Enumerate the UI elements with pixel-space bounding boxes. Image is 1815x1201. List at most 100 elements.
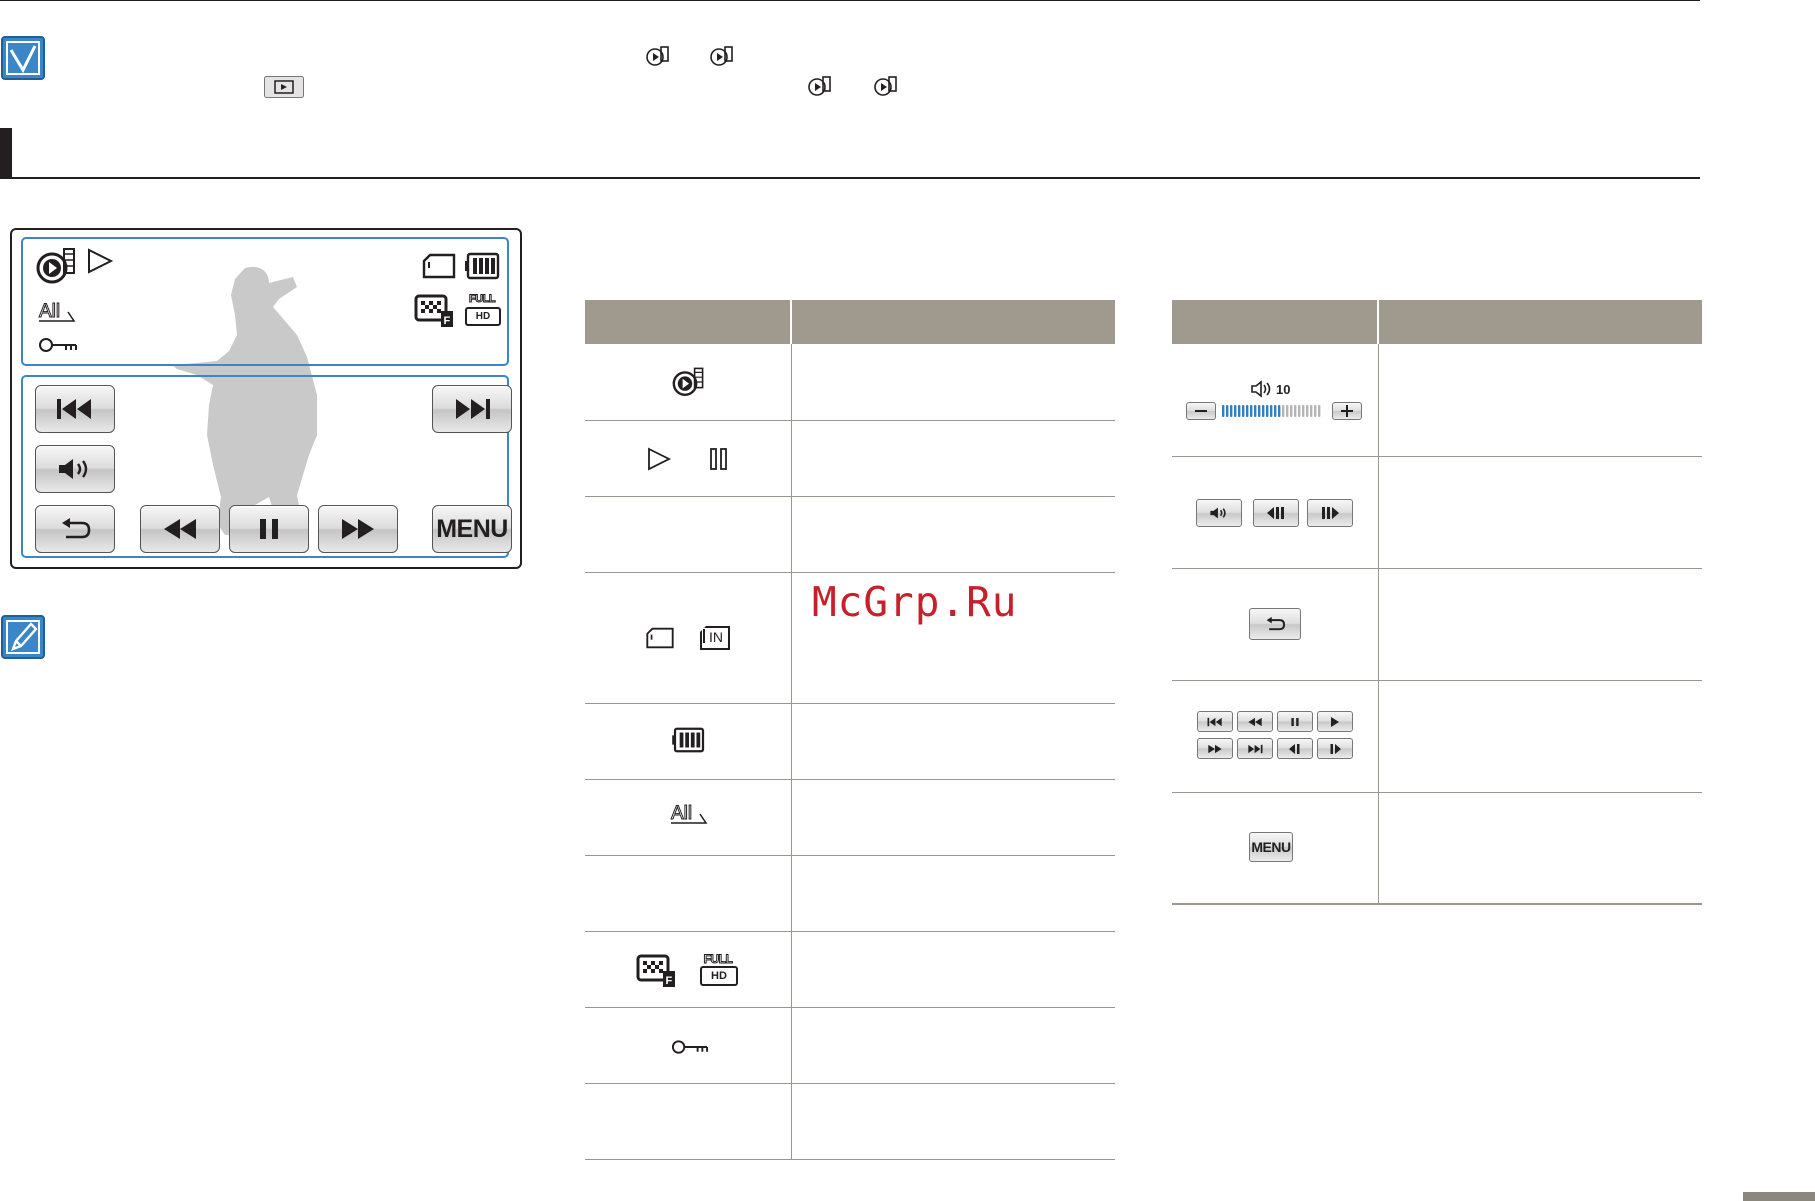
return-icon bbox=[62, 518, 91, 539]
volume-button[interactable] bbox=[35, 445, 115, 493]
protect-key-icon bbox=[671, 1038, 709, 1056]
volume-segment-filled bbox=[1274, 405, 1277, 417]
frame-back-icon bbox=[1289, 743, 1300, 754]
pause-button[interactable] bbox=[1277, 711, 1313, 732]
volume-segment-filled bbox=[1238, 405, 1241, 417]
protect-key-icon bbox=[38, 336, 78, 354]
menu-label: MENU bbox=[1251, 839, 1291, 855]
all-label: All bbox=[39, 301, 60, 322]
skip-forward-icon bbox=[456, 399, 490, 419]
menu-button[interactable]: MENU bbox=[1249, 832, 1293, 862]
volume-segment-filled bbox=[1222, 405, 1225, 417]
minus-icon bbox=[1195, 410, 1207, 412]
volume-segment-filled bbox=[1262, 405, 1265, 417]
check-note-icon bbox=[1, 36, 45, 80]
playback-button-icon bbox=[264, 76, 304, 98]
row-divider bbox=[585, 703, 1115, 704]
volume-segment-empty bbox=[1282, 405, 1285, 417]
all-label: All bbox=[671, 803, 692, 824]
play-icon bbox=[646, 447, 672, 471]
slow-rewind-icon bbox=[1267, 507, 1284, 519]
fast-forward-button[interactable] bbox=[1197, 738, 1233, 759]
rewind-icon bbox=[1248, 717, 1262, 726]
lcd-screen: All F FULL HD MENU bbox=[10, 228, 522, 569]
volume-slider[interactable] bbox=[1222, 405, 1321, 417]
fast-forward-icon bbox=[342, 519, 374, 539]
skip-back-icon bbox=[1207, 717, 1222, 726]
volume-indicator: 10 bbox=[1186, 380, 1366, 424]
volume-speaker-icon bbox=[59, 459, 88, 479]
pause-button[interactable] bbox=[229, 505, 309, 553]
svg-text:F: F bbox=[444, 315, 451, 327]
image-quality-icon: F bbox=[636, 954, 676, 988]
volume-segment-filled bbox=[1242, 405, 1245, 417]
volume-segment-filled bbox=[1254, 405, 1257, 417]
right-table-header-col2 bbox=[1379, 300, 1702, 344]
volume-segment-filled bbox=[1266, 405, 1269, 417]
row-divider bbox=[585, 855, 1115, 856]
return-button[interactable] bbox=[1249, 608, 1301, 640]
hd-text: HD bbox=[465, 307, 501, 326]
slow-rewind-button[interactable] bbox=[1253, 499, 1299, 527]
menu-button[interactable]: MENU bbox=[432, 505, 512, 553]
row-divider bbox=[1172, 456, 1702, 457]
volume-plus-button[interactable] bbox=[1332, 402, 1362, 420]
image-quality-icon: F bbox=[414, 294, 454, 328]
playback-mode-icon bbox=[672, 366, 706, 398]
volume-segment-empty bbox=[1306, 405, 1309, 417]
volume-segment-empty bbox=[1314, 405, 1317, 417]
pause-icon bbox=[1291, 717, 1299, 726]
play-icon bbox=[86, 248, 114, 274]
frame-forward-button[interactable] bbox=[1317, 738, 1353, 759]
volume-segment-filled bbox=[1246, 405, 1249, 417]
row-divider bbox=[585, 1007, 1115, 1008]
left-table-header-col1 bbox=[585, 300, 790, 344]
skip-forward-button[interactable] bbox=[1237, 738, 1273, 759]
all-icon: All bbox=[38, 298, 78, 324]
volume-segment-filled bbox=[1230, 405, 1233, 417]
frame-forward-icon bbox=[1330, 743, 1341, 754]
volume-button-icon bbox=[1210, 507, 1226, 519]
frame-back-button[interactable] bbox=[1277, 738, 1313, 759]
row-divider bbox=[1172, 568, 1702, 569]
hd-text: HD bbox=[700, 966, 738, 986]
rewind-button[interactable] bbox=[140, 505, 220, 553]
slow-forward-button[interactable] bbox=[1307, 499, 1353, 527]
watermark-text: McGrp.Ru bbox=[812, 578, 1018, 626]
table-bottom-rule bbox=[1172, 903, 1702, 905]
row-divider bbox=[585, 779, 1115, 780]
volume-segment-filled bbox=[1270, 405, 1273, 417]
volume-minus-button[interactable] bbox=[1186, 402, 1216, 420]
video-playback-icon bbox=[874, 75, 900, 97]
full-text: FULL bbox=[703, 952, 733, 966]
row-divider bbox=[585, 931, 1115, 932]
internal-label: IN bbox=[709, 629, 723, 645]
row-divider bbox=[585, 572, 1115, 573]
rewind-button[interactable] bbox=[1237, 711, 1273, 732]
row-divider bbox=[585, 1083, 1115, 1084]
volume-button[interactable] bbox=[1196, 499, 1242, 527]
right-table-header-col1 bbox=[1172, 300, 1377, 344]
return-button[interactable] bbox=[35, 505, 115, 553]
volume-segment-empty bbox=[1294, 405, 1297, 417]
svg-text:F: F bbox=[666, 975, 673, 987]
row-divider bbox=[585, 420, 1115, 421]
skip-back-button[interactable] bbox=[35, 385, 115, 433]
row-divider bbox=[1172, 680, 1702, 681]
skip-back-button[interactable] bbox=[1197, 711, 1233, 732]
full-hd-icon: FULL HD bbox=[698, 953, 738, 987]
volume-segment-empty bbox=[1302, 405, 1305, 417]
skip-forward-icon bbox=[1248, 744, 1263, 753]
table-bottom-rule bbox=[585, 1159, 1115, 1160]
skip-forward-button[interactable] bbox=[432, 385, 512, 433]
internal-memory-icon: IN bbox=[700, 626, 730, 650]
right-table-divider bbox=[1378, 344, 1379, 904]
volume-level: 10 bbox=[1276, 382, 1291, 397]
play-icon bbox=[1331, 716, 1339, 727]
section-marker bbox=[0, 128, 12, 178]
volume-segment-empty bbox=[1310, 405, 1313, 417]
playback-mode-icon bbox=[36, 246, 78, 286]
fast-forward-button[interactable] bbox=[318, 505, 398, 553]
play-button[interactable] bbox=[1317, 711, 1353, 732]
top-rule bbox=[0, 0, 1700, 1]
